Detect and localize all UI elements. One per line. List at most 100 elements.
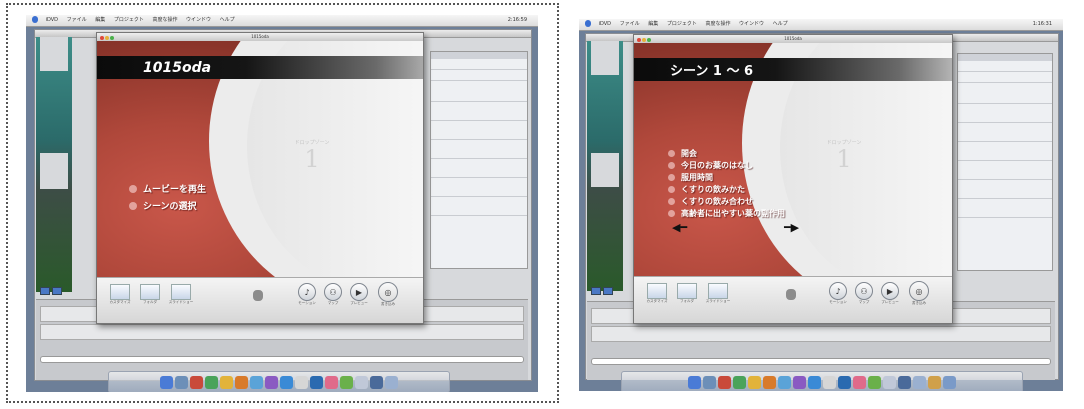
dock-app-icon[interactable] xyxy=(160,375,173,389)
dock-app-icon[interactable] xyxy=(943,375,956,389)
dock-app-icon[interactable] xyxy=(325,375,338,389)
folder-button[interactable]: フォルダ xyxy=(137,284,163,305)
customize-button[interactable]: カスタマイズ xyxy=(642,283,672,304)
next-arrow-icon[interactable]: ━▶ xyxy=(784,222,799,233)
menu-item[interactable]: ファイル xyxy=(67,17,87,23)
menu-item[interactable]: ウインドウ xyxy=(739,21,764,27)
dock-app-icon[interactable] xyxy=(868,375,881,389)
dock-app-icon[interactable] xyxy=(265,375,278,389)
apple-menu-icon[interactable] xyxy=(32,16,38,23)
menu-item[interactable]: ヘルプ xyxy=(773,21,788,27)
menu-button-label: ムービーを再生 xyxy=(143,185,207,195)
timeline-slider[interactable] xyxy=(40,356,524,363)
dock-app-icon[interactable] xyxy=(250,375,263,389)
dock-app-icon[interactable] xyxy=(310,375,323,389)
map-button[interactable]: ⚇ マップ xyxy=(852,282,876,305)
view-toggle-icon[interactable] xyxy=(591,287,601,295)
dock-app-icon[interactable] xyxy=(913,375,926,389)
motion-button[interactable]: ♪ モーション xyxy=(295,283,319,306)
dock-app-icon[interactable] xyxy=(220,375,233,389)
menu-item[interactable]: 高度な操作 xyxy=(152,17,177,23)
timeline-slider[interactable] xyxy=(591,358,1051,365)
dock xyxy=(108,371,450,392)
button-label: フォルダ xyxy=(143,300,157,304)
preview-button[interactable]: ▶ プレビュー xyxy=(347,283,371,306)
button-label: フォルダ xyxy=(680,299,694,303)
dock-app-icon[interactable] xyxy=(883,375,896,389)
menu-item[interactable]: 高度な操作 xyxy=(705,21,730,27)
burn-button[interactable]: ◎ 書き込み xyxy=(906,281,932,306)
button-label: 書き込み xyxy=(381,302,395,306)
desktop: iDVD ファイル 編集 プロジェクト 高度な操作 ウインドウ ヘルプ 2:16… xyxy=(26,15,538,392)
menu-item[interactable]: ウインドウ xyxy=(186,17,211,23)
slideshow-button[interactable]: スライドショー xyxy=(165,284,197,305)
folder-button[interactable]: フォルダ xyxy=(674,283,700,304)
dock-app-icon[interactable] xyxy=(793,375,806,389)
dock-app-icon[interactable] xyxy=(355,375,368,389)
dock-app-icon[interactable] xyxy=(688,375,701,389)
menu-item[interactable]: プロジェクト xyxy=(114,17,144,23)
dock-app-icon[interactable] xyxy=(295,375,308,389)
slideshow-button[interactable]: スライドショー xyxy=(702,283,734,304)
dock-app-icon[interactable] xyxy=(928,375,941,389)
map-button[interactable]: ⚇ マップ xyxy=(321,283,345,306)
previous-arrow-icon[interactable]: ◀━ xyxy=(672,222,687,233)
dock-app-icon[interactable] xyxy=(370,375,383,389)
dock-app-icon[interactable] xyxy=(853,375,866,389)
menu-button[interactable]: くすりの飲みかた xyxy=(668,183,785,195)
preview-button[interactable]: ▶ プレビュー xyxy=(878,282,902,305)
menu-bar: iDVD ファイル 編集 プロジェクト 高度な操作 ウインドウ ヘルプ 1:16… xyxy=(579,19,1063,31)
menu-button[interactable]: 開会 xyxy=(668,147,785,159)
dock-app-icon[interactable] xyxy=(778,375,791,389)
view-toggle-icon[interactable] xyxy=(40,287,50,295)
bullet-icon xyxy=(668,209,675,217)
dock-app-icon[interactable] xyxy=(175,375,188,389)
bullet-icon xyxy=(668,173,675,181)
apple-menu-icon[interactable] xyxy=(585,20,591,27)
view-toggle-icon[interactable] xyxy=(52,287,62,295)
view-toggle-icon[interactable] xyxy=(603,287,613,295)
menu-item[interactable]: プロジェクト xyxy=(667,21,697,27)
drop-zone[interactable]: ドロップゾーン 1 xyxy=(282,139,342,172)
menu-button[interactable]: 高齢者に出やすい薬の副作用 xyxy=(668,207,785,219)
dock-app-icon[interactable] xyxy=(808,375,821,389)
menu-item[interactable]: ファイル xyxy=(620,21,640,27)
dock-app-icon[interactable] xyxy=(898,375,911,389)
dock-app-icon[interactable] xyxy=(385,375,398,389)
customize-button[interactable]: カスタマイズ xyxy=(105,284,135,305)
menu-item[interactable]: iDVD xyxy=(46,17,58,23)
bullet-icon xyxy=(668,161,675,169)
dock-app-icon[interactable] xyxy=(235,375,248,389)
button-label: マップ xyxy=(858,300,870,304)
motion-button[interactable]: ♪ モーション xyxy=(826,282,850,305)
burn-button[interactable]: ◎ 書き込み xyxy=(375,282,401,307)
menu-button[interactable]: 今日のお薬のはなし xyxy=(668,159,785,171)
dock-app-icon[interactable] xyxy=(838,375,851,389)
dock-app-icon[interactable] xyxy=(823,375,836,389)
menu-button[interactable]: シーンの選択 xyxy=(129,197,206,214)
dock-app-icon[interactable] xyxy=(190,375,203,389)
dock-app-icon[interactable] xyxy=(718,375,731,389)
bullet-icon xyxy=(129,201,137,210)
dock-app-icon[interactable] xyxy=(763,375,776,389)
dock-app-icon[interactable] xyxy=(703,375,716,389)
menu-item[interactable]: 編集 xyxy=(95,17,105,23)
menu-clock: 1:16:31 xyxy=(1032,21,1052,27)
dock-app-icon[interactable] xyxy=(340,375,353,389)
menu-item[interactable]: iDVD xyxy=(599,21,611,27)
motion-icon: ♪ xyxy=(829,282,847,300)
dock-app-icon[interactable] xyxy=(280,375,293,389)
menu-item[interactable]: ヘルプ xyxy=(220,17,235,23)
menu-button[interactable]: ムービーを再生 xyxy=(129,180,206,197)
button-label: プレビュー xyxy=(881,300,899,304)
dock-app-icon[interactable] xyxy=(205,375,218,389)
drop-zone-number: 1 xyxy=(304,145,320,173)
drop-zone[interactable]: ドロップゾーン 1 xyxy=(814,139,874,172)
menu-item[interactable]: 編集 xyxy=(648,21,658,27)
dock-app-icon[interactable] xyxy=(733,375,746,389)
play-icon: ▶ xyxy=(350,283,368,301)
menu-button[interactable]: 服用時間 xyxy=(668,171,785,183)
menu-button[interactable]: くすりの飲み合わせ xyxy=(668,195,785,207)
dock-app-icon[interactable] xyxy=(748,375,761,389)
menu-button-list: ムービーを再生 シーンの選択 xyxy=(129,180,206,214)
